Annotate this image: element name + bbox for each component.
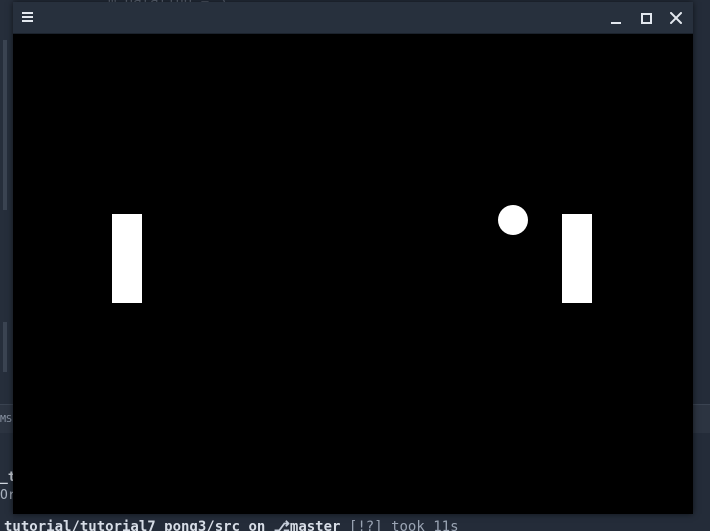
window-titlebar[interactable] xyxy=(13,2,693,34)
maximize-button[interactable] xyxy=(636,8,656,28)
maximize-icon xyxy=(641,13,652,24)
terminal-duration: took 11s xyxy=(391,519,459,531)
minimize-button[interactable] xyxy=(606,8,626,28)
terminal-on-word: on xyxy=(248,519,266,531)
scrollbar-segment xyxy=(3,40,7,210)
terminal-path: tutorial/tutorial7_pong3/src xyxy=(4,519,241,531)
close-icon xyxy=(670,12,682,24)
background-editor-gutter xyxy=(0,0,13,531)
close-button[interactable] xyxy=(666,8,686,28)
right-paddle xyxy=(562,214,592,303)
background-terminal-prompt: tutorial/tutorial7_pong3/src on ⎇master … xyxy=(4,519,459,531)
desktop: m.dataling = 3; MS _t Or tutorial/tutori… xyxy=(0,0,710,531)
game-window[interactable] xyxy=(13,2,693,514)
background-panel-label: MS xyxy=(0,414,13,425)
terminal-git-status: [!?] xyxy=(348,519,383,531)
hamburger-menu-icon[interactable] xyxy=(22,11,34,23)
left-paddle xyxy=(112,214,142,303)
ball xyxy=(498,205,528,235)
terminal-branch: master xyxy=(289,519,341,531)
game-canvas[interactable] xyxy=(13,34,693,514)
scrollbar-segment xyxy=(3,322,7,372)
git-branch-icon: ⎇ xyxy=(273,519,290,531)
minimize-icon xyxy=(611,22,621,24)
